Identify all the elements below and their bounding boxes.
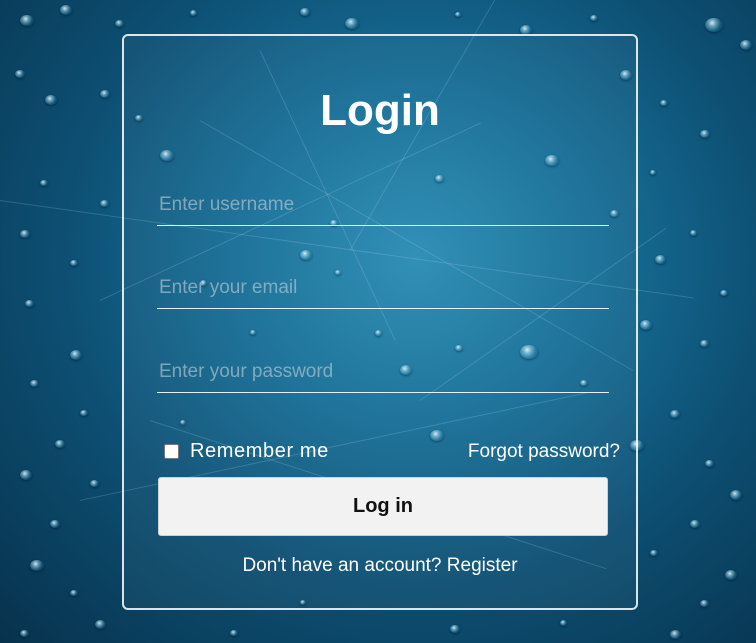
rain-drop [100,90,110,98]
register-prompt: Don't have an account? [242,555,442,576]
rain-drop [300,8,310,16]
rain-drop [650,550,658,556]
rain-drop [730,490,742,500]
rain-drop [90,480,99,487]
rain-drop [190,10,197,16]
rain-drop [95,620,106,629]
rain-drop [450,625,460,633]
rain-drop [705,18,723,32]
rain-drop [115,20,124,27]
rain-drop [70,350,82,360]
remember-checkbox[interactable] [164,444,179,459]
rain-drop [70,260,78,266]
rain-drop [700,340,709,347]
rain-drop [100,200,109,207]
rain-drop [640,320,652,330]
rain-drop [670,630,681,639]
form-options: Remember me Forgot password? [164,440,620,470]
password-input[interactable] [157,352,609,392]
rain-drop [60,5,72,15]
rain-drop [590,15,598,21]
username-input[interactable] [157,185,609,225]
rain-drop [670,410,680,418]
rain-drop [20,630,29,637]
rain-drop [560,620,567,626]
rain-drop [700,130,710,138]
rain-drop [80,410,88,416]
rain-drop [50,520,60,528]
rain-drop [740,40,752,50]
rain-drop [690,230,697,236]
rain-drop [20,15,34,26]
rain-drop [20,230,30,238]
forgot-password-link[interactable]: Forgot password? [468,441,620,463]
rain-drop [30,380,39,387]
rain-drop [700,600,709,607]
remember-me[interactable]: Remember me [164,440,329,463]
email-input[interactable] [157,268,609,308]
rain-drop [345,18,359,29]
email-field-wrapper [157,268,609,309]
rain-drop [20,470,32,480]
login-card: Login Remember me Forgot password? Log i… [122,34,638,610]
page-title: Login [320,86,440,135]
rain-drop [650,170,656,175]
register-link[interactable]: Register [447,555,518,576]
rain-drop [70,590,78,596]
password-field-wrapper [157,352,609,393]
rain-drop [15,70,25,78]
rain-drop [455,12,461,17]
rain-drop [55,440,65,448]
rain-drop [720,290,728,296]
rain-drop [45,95,57,105]
rain-drop [725,570,737,580]
rain-drop [30,560,44,571]
rain-drop [655,255,666,264]
rain-drop [230,630,238,636]
rain-drop [25,300,34,307]
username-field-wrapper [157,185,609,226]
rain-drop [690,520,700,528]
login-button[interactable]: Log in [158,477,608,536]
register-row: Don't have an account? Register [124,555,636,577]
rain-drop [660,100,668,106]
remember-label: Remember me [190,440,329,462]
rain-drop [705,460,714,467]
rain-drop [40,180,48,186]
